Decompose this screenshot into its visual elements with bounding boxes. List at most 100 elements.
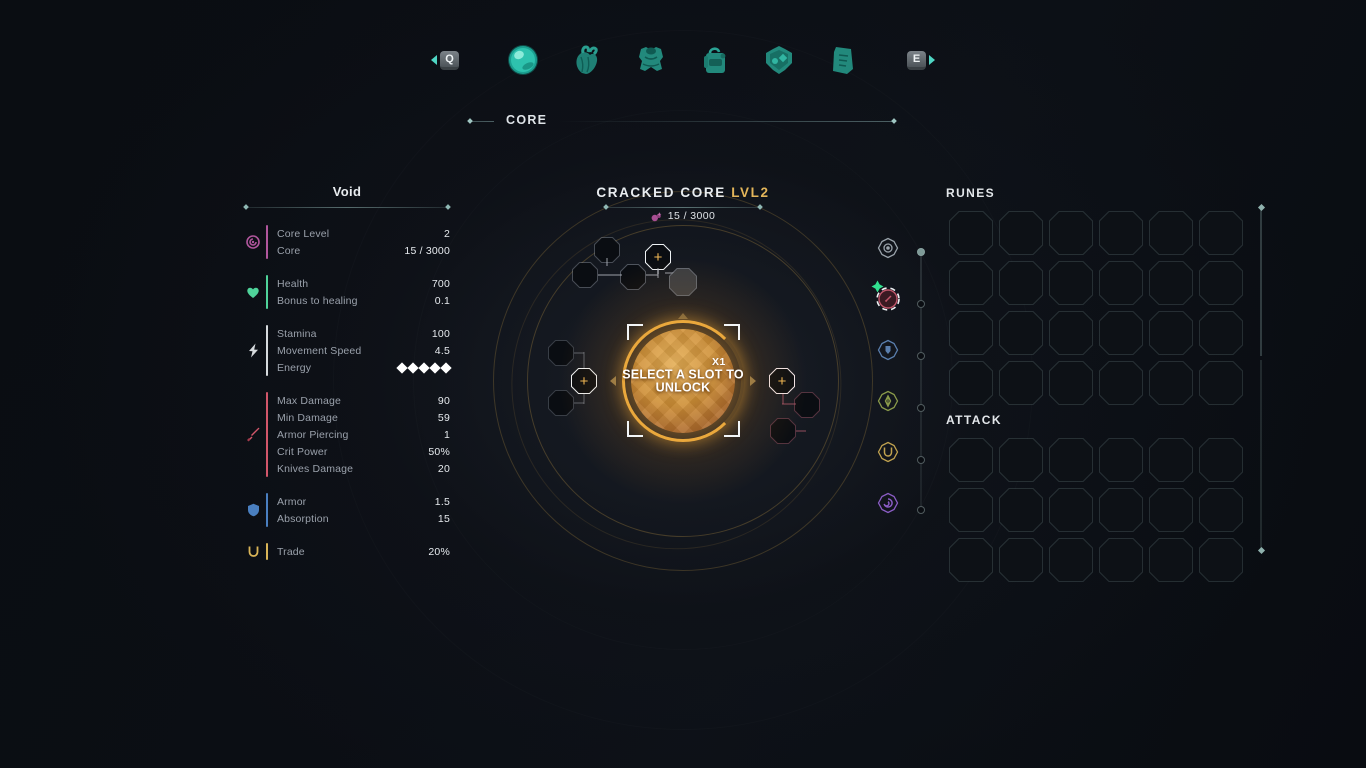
- target-dot-icon: [877, 237, 899, 259]
- stat-rows: Core Level 2 Core 15 / 3000: [277, 225, 450, 259]
- rune-slot[interactable]: [1046, 358, 1096, 408]
- tab-armor[interactable]: [619, 32, 683, 88]
- attack-slot[interactable]: [1046, 535, 1096, 585]
- plus-icon: +: [777, 372, 787, 390]
- attack-slot[interactable]: [996, 485, 1046, 535]
- rune-slot[interactable]: [996, 308, 1046, 358]
- tab-heart[interactable]: [555, 32, 619, 88]
- attack-slot[interactable]: [1046, 485, 1096, 535]
- stat-group-trade: Trade 20%: [244, 543, 450, 560]
- prev-arrow-icon: [431, 55, 437, 65]
- attack-slot[interactable]: [946, 435, 996, 485]
- attack-slot[interactable]: [1196, 535, 1246, 585]
- lightning-bolt-icon: [248, 343, 258, 358]
- slot-locked[interactable]: [594, 237, 620, 263]
- attack-slot[interactable]: [1196, 485, 1246, 535]
- runes-scrollbar[interactable]: [1257, 203, 1265, 356]
- rune-slot[interactable]: [1196, 208, 1246, 258]
- chest-armor-icon: [639, 47, 663, 71]
- rail-item-general[interactable]: [876, 236, 900, 260]
- rail-item-attack[interactable]: [871, 280, 900, 311]
- background-ring-mid: [413, 110, 953, 650]
- tab-scroll[interactable]: [811, 32, 875, 88]
- attack-slot[interactable]: [1146, 485, 1196, 535]
- active-tab-label: CORE: [506, 113, 548, 127]
- core-up-caret-icon[interactable]: [678, 313, 688, 319]
- backpack-icon: [704, 47, 726, 73]
- stat-group-icon: [244, 325, 262, 376]
- stat-row: Core 15 / 3000: [277, 242, 450, 259]
- rune-slot[interactable]: [946, 308, 996, 358]
- stat-label: Movement Speed: [277, 344, 362, 357]
- attack-slot[interactable]: [1196, 435, 1246, 485]
- attack-slot[interactable]: [996, 535, 1046, 585]
- rail-node[interactable]: [917, 248, 925, 256]
- attack-slot[interactable]: [1096, 485, 1146, 535]
- rune-slot[interactable]: [1146, 358, 1196, 408]
- rune-slot[interactable]: [996, 358, 1046, 408]
- stats-title: Void: [332, 184, 362, 199]
- core-prev-caret-icon[interactable]: [610, 376, 616, 386]
- core-gem[interactable]: [631, 329, 735, 433]
- attack-slot[interactable]: [1146, 535, 1196, 585]
- attack-slot[interactable]: [1046, 435, 1096, 485]
- rune-slot[interactable]: [996, 258, 1046, 308]
- add-slot-top-button[interactable]: +: [645, 244, 671, 270]
- rail-node[interactable]: [917, 506, 925, 514]
- slot-filled[interactable]: [669, 268, 697, 296]
- attack-slot[interactable]: [1096, 435, 1146, 485]
- attack-slot[interactable]: [1146, 435, 1196, 485]
- rune-slot[interactable]: [1096, 358, 1146, 408]
- rune-slot[interactable]: [946, 358, 996, 408]
- rune-slot[interactable]: [1046, 308, 1096, 358]
- rune-slot[interactable]: [1096, 258, 1146, 308]
- rune-slot[interactable]: [1046, 258, 1096, 308]
- attack-slot[interactable]: [996, 435, 1046, 485]
- tab-gear[interactable]: [747, 32, 811, 88]
- prev-tab-key[interactable]: Q: [431, 50, 459, 70]
- core-next-caret-icon[interactable]: [750, 376, 756, 386]
- add-slot-left-button[interactable]: +: [571, 368, 597, 394]
- rail-node[interactable]: [917, 352, 925, 360]
- slot-locked[interactable]: [572, 262, 598, 288]
- selection-bracket-top-right: [724, 324, 740, 340]
- slot-locked[interactable]: [548, 340, 574, 366]
- rune-slot[interactable]: [1096, 208, 1146, 258]
- add-slot-right-button[interactable]: +: [769, 368, 795, 394]
- rune-slot[interactable]: [1196, 358, 1246, 408]
- rail-item-fortune[interactable]: [876, 440, 900, 464]
- rail-item-defense[interactable]: [876, 338, 900, 362]
- rune-slot[interactable]: [946, 258, 996, 308]
- rail-progress-track[interactable]: [917, 248, 925, 514]
- rune-slot[interactable]: [946, 208, 996, 258]
- tab-backpack[interactable]: [683, 32, 747, 88]
- rail-item-arcane[interactable]: [876, 491, 900, 515]
- rune-slot[interactable]: [1146, 308, 1196, 358]
- rail-item-nature[interactable]: [876, 389, 900, 413]
- void-shard-icon: [651, 211, 662, 221]
- divider-bar: [608, 206, 758, 208]
- slot-locked[interactable]: [620, 264, 646, 290]
- rune-slot[interactable]: [1046, 208, 1096, 258]
- slot-locked[interactable]: [794, 392, 820, 418]
- slot-locked[interactable]: [548, 390, 574, 416]
- rail-node[interactable]: [917, 404, 925, 412]
- slot-locked[interactable]: [770, 418, 796, 444]
- rune-slot[interactable]: [1096, 308, 1146, 358]
- next-tab-key[interactable]: E: [907, 50, 935, 70]
- attack-slot[interactable]: [946, 535, 996, 585]
- tab-core[interactable]: [491, 32, 555, 88]
- rune-slot[interactable]: [1146, 258, 1196, 308]
- stat-row: Movement Speed 4.5: [277, 342, 450, 359]
- rune-slot[interactable]: [996, 208, 1046, 258]
- rune-slot[interactable]: [1196, 308, 1246, 358]
- attack-scrollbar[interactable]: [1257, 360, 1265, 555]
- core-xp: 15 / 3000: [651, 210, 715, 222]
- rail-node[interactable]: [917, 456, 925, 464]
- attack-slot[interactable]: [946, 485, 996, 535]
- attack-slot[interactable]: [1096, 535, 1146, 585]
- rune-slot[interactable]: [1196, 258, 1246, 308]
- rune-slot[interactable]: [1146, 208, 1196, 258]
- rail-node[interactable]: [917, 300, 925, 308]
- scrollbar-cap-top: [1257, 203, 1265, 212]
